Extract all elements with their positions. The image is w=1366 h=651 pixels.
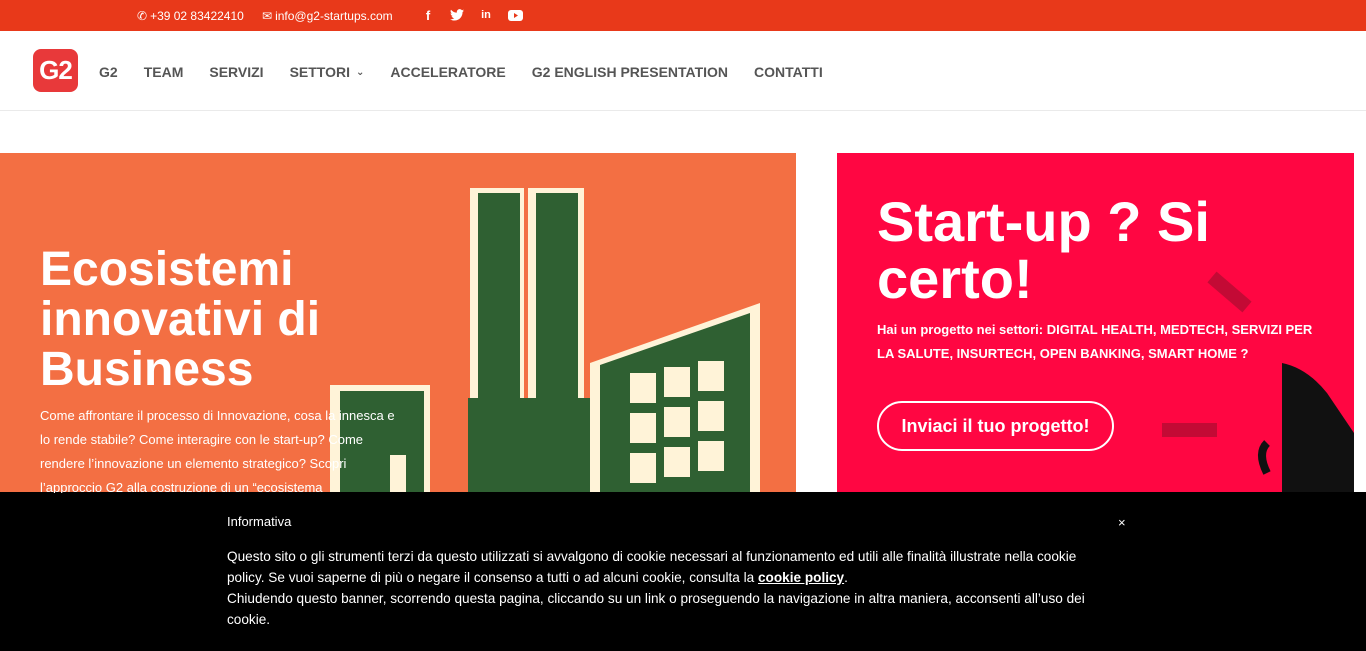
- close-icon[interactable]: ×: [1118, 515, 1126, 530]
- nav-item-acceleratore[interactable]: ACCELERATORE: [390, 64, 505, 80]
- hero-right-title: Start-up ? Si certo!: [877, 190, 1210, 310]
- phone-contact[interactable]: ✆ +39 02 83422410: [137, 9, 244, 23]
- hero-left-text: Come affrontare il processo di Innovazio…: [40, 408, 395, 493]
- phone-icon: ✆: [137, 9, 148, 23]
- email-address: info@g2-startups.com: [275, 9, 393, 23]
- mail-icon: ✉: [262, 9, 273, 23]
- hero-left-title: Ecosistemi innovativi di Business: [40, 243, 321, 396]
- email-contact[interactable]: ✉ info@g2-startups.com: [262, 9, 393, 23]
- hero-right-panel: Start-up ? Si certo! Hai un progetto nei…: [837, 153, 1354, 493]
- linkedin-icon[interactable]: in: [478, 7, 494, 23]
- send-project-button[interactable]: Inviaci il tuo progetto!: [877, 401, 1114, 451]
- nav-label: TEAM: [143, 64, 184, 80]
- nav-item-settori[interactable]: SETTORI ⌄: [290, 64, 365, 80]
- cookie-text-part1: Questo sito o gli strumenti terzi da que…: [227, 549, 1077, 585]
- g2-logo[interactable]: G2: [33, 49, 78, 92]
- nav-label: ACCELERATORE: [390, 64, 506, 80]
- cookie-text: Questo sito o gli strumenti terzi da que…: [227, 546, 1117, 630]
- nav-item-g2[interactable]: G2: [99, 64, 118, 80]
- nav-label: G2: [99, 64, 118, 80]
- nav-label: SERVIZI: [209, 64, 264, 80]
- hero-right-text: Hai un progetto nei settori: DIGITAL HEA…: [877, 322, 1313, 361]
- nav-label: SETTORI: [289, 64, 350, 80]
- nav-item-english-presentation[interactable]: G2 ENGLISH PRESENTATION: [532, 64, 728, 80]
- nav-item-servizi[interactable]: SERVIZI: [209, 64, 263, 80]
- nav-item-team[interactable]: TEAM: [144, 64, 184, 80]
- site-header: G2 G2 TEAM SERVIZI SETTORI ⌄ ACCELERATORE…: [0, 31, 1366, 111]
- cookie-text-part2: Chiudendo questo banner, scorrendo quest…: [227, 591, 1085, 627]
- cookie-banner: Informativa × Questo sito o gli strument…: [0, 492, 1366, 651]
- nav-label: CONTATTI: [754, 64, 823, 80]
- nav-label: G2 ENGLISH PRESENTATION: [531, 64, 729, 80]
- youtube-icon[interactable]: [507, 7, 523, 23]
- cookie-text-period: .: [844, 570, 848, 585]
- chevron-down-icon: ⌄: [355, 66, 365, 78]
- cookie-policy-link[interactable]: cookie policy: [758, 570, 844, 585]
- hero-left-panel: Ecosistemi innovativi di Business Come a…: [0, 153, 796, 493]
- nav-item-contatti[interactable]: CONTATTI: [754, 64, 823, 80]
- top-bar: ✆ +39 02 83422410 ✉ info@g2-startups.com…: [0, 0, 1366, 31]
- twitter-icon[interactable]: [449, 7, 465, 23]
- facebook-icon[interactable]: f: [420, 7, 436, 23]
- phone-number: +39 02 83422410: [150, 9, 244, 23]
- main-nav: G2 TEAM SERVIZI SETTORI ⌄ ACCELERATORE G2…: [99, 64, 849, 80]
- cookie-title: Informativa: [227, 514, 292, 529]
